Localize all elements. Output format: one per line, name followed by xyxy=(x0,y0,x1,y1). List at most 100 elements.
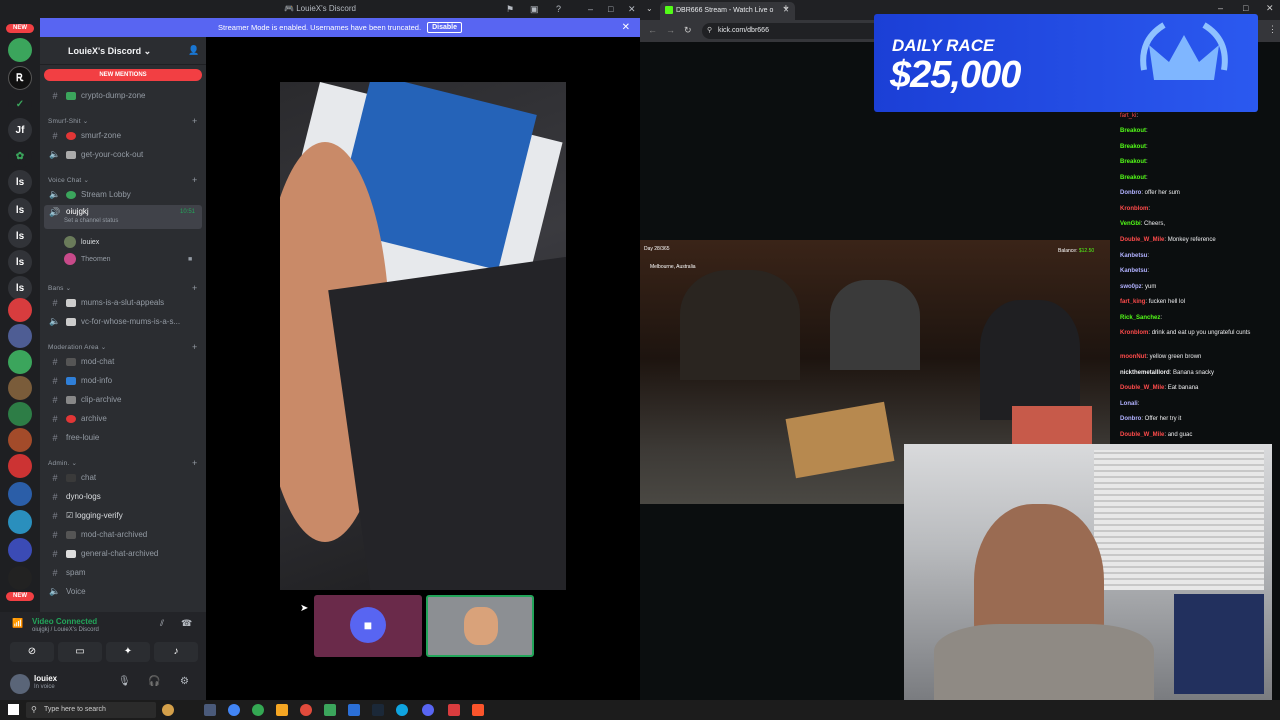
server-icon[interactable] xyxy=(8,454,32,478)
channel-archive[interactable]: # archive xyxy=(44,410,202,427)
brave-icon[interactable] xyxy=(472,704,484,716)
participant-tile-camera-off[interactable]: ■ xyxy=(314,595,422,657)
reload-icon[interactable]: ↻ xyxy=(684,25,692,36)
channel-spam[interactable]: # spam xyxy=(44,564,202,581)
server-icon[interactable]: ls xyxy=(8,250,32,274)
channel-mod-chat[interactable]: # mod-chat xyxy=(44,353,202,370)
add-channel-icon[interactable]: + xyxy=(192,342,197,352)
channel-smurf-zone[interactable]: # smurf-zone xyxy=(44,127,202,144)
discord-icon[interactable] xyxy=(422,704,434,716)
daily-race-ad-banner[interactable]: DAILY RACE $25,000 xyxy=(874,14,1258,112)
channel-mod-info[interactable]: # mod-info xyxy=(44,372,202,389)
profile-icon[interactable]: ⋮ xyxy=(1268,24,1277,35)
server-icon[interactable] xyxy=(8,510,32,534)
server-icon[interactable] xyxy=(8,376,32,400)
channel-mums-is-a-slut-appeals[interactable]: # mums-is-a-slut-appeals xyxy=(44,294,202,311)
channel-status-hint[interactable]: Set a channel status xyxy=(64,218,118,224)
back-icon[interactable]: ← xyxy=(648,25,657,35)
app-icon[interactable] xyxy=(324,704,336,716)
microphone-icon[interactable]: 🎙 xyxy=(118,676,131,687)
headphones-icon[interactable]: 🎧 xyxy=(148,676,160,687)
add-channel-icon[interactable]: + xyxy=(192,283,197,293)
taskbar-search-input[interactable]: ⚲ Type here to search xyxy=(26,702,156,718)
avatar[interactable] xyxy=(10,674,30,694)
folder-icon[interactable] xyxy=(8,482,32,506)
server-icon[interactable] xyxy=(8,402,32,426)
main-video-feed[interactable] xyxy=(280,82,566,590)
close-icon[interactable]: ✕ xyxy=(628,0,636,18)
server-icon[interactable]: ls xyxy=(8,170,32,194)
server-icon[interactable]: ls xyxy=(8,276,32,300)
voice-user-theomen[interactable]: Theomen ■ xyxy=(64,253,192,265)
channel-logging-verify[interactable]: # ☑ logging-verify xyxy=(44,507,202,524)
server-icon[interactable] xyxy=(8,324,32,348)
channel-crypto-dump-zone[interactable]: # crypto-dump-zone xyxy=(44,87,202,104)
channel-oiujgkj[interactable]: 🔊 oiujgkj Set a channel status 10:51 xyxy=(44,205,202,229)
server-icon[interactable] xyxy=(8,566,32,590)
new-mentions-pill[interactable]: NEW MENTIONS xyxy=(44,69,202,81)
folder-icon[interactable] xyxy=(8,538,32,562)
minimize-icon[interactable]: – xyxy=(588,0,593,18)
channel-clip-archive[interactable]: # clip-archive xyxy=(44,391,202,408)
category-moderation-area[interactable]: Moderation Area ⌄ + xyxy=(48,342,197,352)
channel-mod-chat-archived[interactable]: # mod-chat-archived xyxy=(44,526,202,543)
browser-tab[interactable]: DBR666 Stream - Watch Live o ✕ xyxy=(660,2,795,20)
category-smurf-shit[interactable]: Smurf-Shit ⌄ + xyxy=(48,116,197,126)
server-name-header[interactable]: LouieX's Discord ⌄ 👤 xyxy=(40,37,206,65)
disconnect-icon[interactable]: ☎ xyxy=(181,618,192,629)
app-icon[interactable] xyxy=(448,704,460,716)
edge-icon[interactable] xyxy=(396,704,408,716)
voice-user-louiex[interactable]: louiex xyxy=(64,236,99,248)
server-icon[interactable]: ✿ xyxy=(8,144,32,168)
channel-get-your-cock-out[interactable]: 🔈 get-your-cock-out xyxy=(44,146,202,163)
forward-icon[interactable]: → xyxy=(666,25,675,35)
add-member-icon[interactable]: 👤 xyxy=(188,45,199,56)
site-info-icon[interactable]: ⚲ xyxy=(707,26,712,34)
add-channel-icon[interactable]: + xyxy=(192,116,197,126)
server-icon[interactable]: ✓ xyxy=(8,92,32,116)
steam-icon[interactable] xyxy=(372,704,384,716)
maximize-icon[interactable]: □ xyxy=(608,0,613,18)
minimize-icon[interactable]: – xyxy=(1218,3,1223,13)
voice-status-sub[interactable]: oiujgkj / LouieX's Discord xyxy=(32,627,99,633)
category-bans[interactable]: Bans ⌄ + xyxy=(48,283,197,293)
gear-icon[interactable]: ⚙ xyxy=(180,676,189,687)
server-icon[interactable]: Jf xyxy=(8,118,32,142)
channel-free-louie[interactable]: # free-louie xyxy=(44,429,202,446)
add-channel-icon[interactable]: + xyxy=(192,175,197,185)
channel-vc-for-whose-mums[interactable]: 🔈 vc-for-whose-mums-is-a-s... xyxy=(44,313,202,330)
app-icon[interactable] xyxy=(300,704,312,716)
server-icon[interactable] xyxy=(8,38,32,62)
inbox-icon[interactable]: ⚑ xyxy=(506,0,514,18)
chrome-icon[interactable] xyxy=(252,704,264,716)
channel-chat[interactable]: # chat xyxy=(44,469,202,486)
channel-stream-lobby[interactable]: 🔈 Stream Lobby xyxy=(44,186,202,203)
new-tab-icon[interactable]: + xyxy=(783,3,789,14)
noise-suppression-icon[interactable]: ⫽ xyxy=(160,618,164,629)
banner-close-icon[interactable]: ✕ xyxy=(622,22,630,33)
disable-button[interactable]: Disable xyxy=(427,22,462,33)
screen-share-button[interactable]: ▭ xyxy=(58,642,102,662)
channel-voice[interactable]: 🔈 Voice xyxy=(44,583,202,600)
channel-dyno-logs[interactable]: # dyno-logs xyxy=(44,488,202,505)
maximize-icon[interactable]: □ xyxy=(1243,3,1248,13)
weather-icon[interactable] xyxy=(162,704,174,716)
server-icon[interactable]: ls xyxy=(8,224,32,248)
app-icon[interactable] xyxy=(348,704,360,716)
activities-button[interactable]: ✦ xyxy=(106,642,150,662)
add-channel-icon[interactable]: + xyxy=(192,458,197,468)
monitor-icon[interactable]: ▣ xyxy=(530,0,539,18)
windows-start-icon[interactable] xyxy=(8,704,19,715)
category-voice-chat[interactable]: Voice Chat ⌄ + xyxy=(48,175,197,185)
camera-off-button[interactable]: ⊘ xyxy=(10,642,54,662)
tab-menu-icon[interactable]: ⌄ xyxy=(646,4,653,13)
channel-general-chat-archived[interactable]: # general-chat-archived xyxy=(44,545,202,562)
close-icon[interactable]: ✕ xyxy=(1266,3,1274,14)
help-icon[interactable]: ? xyxy=(556,0,561,18)
server-icon[interactable] xyxy=(8,350,32,374)
server-icon[interactable] xyxy=(8,298,32,322)
server-icon[interactable] xyxy=(8,428,32,452)
chrome-icon[interactable] xyxy=(228,704,240,716)
participant-tile-louiex[interactable] xyxy=(426,595,534,657)
soundboard-button[interactable]: ♪ xyxy=(154,642,198,662)
